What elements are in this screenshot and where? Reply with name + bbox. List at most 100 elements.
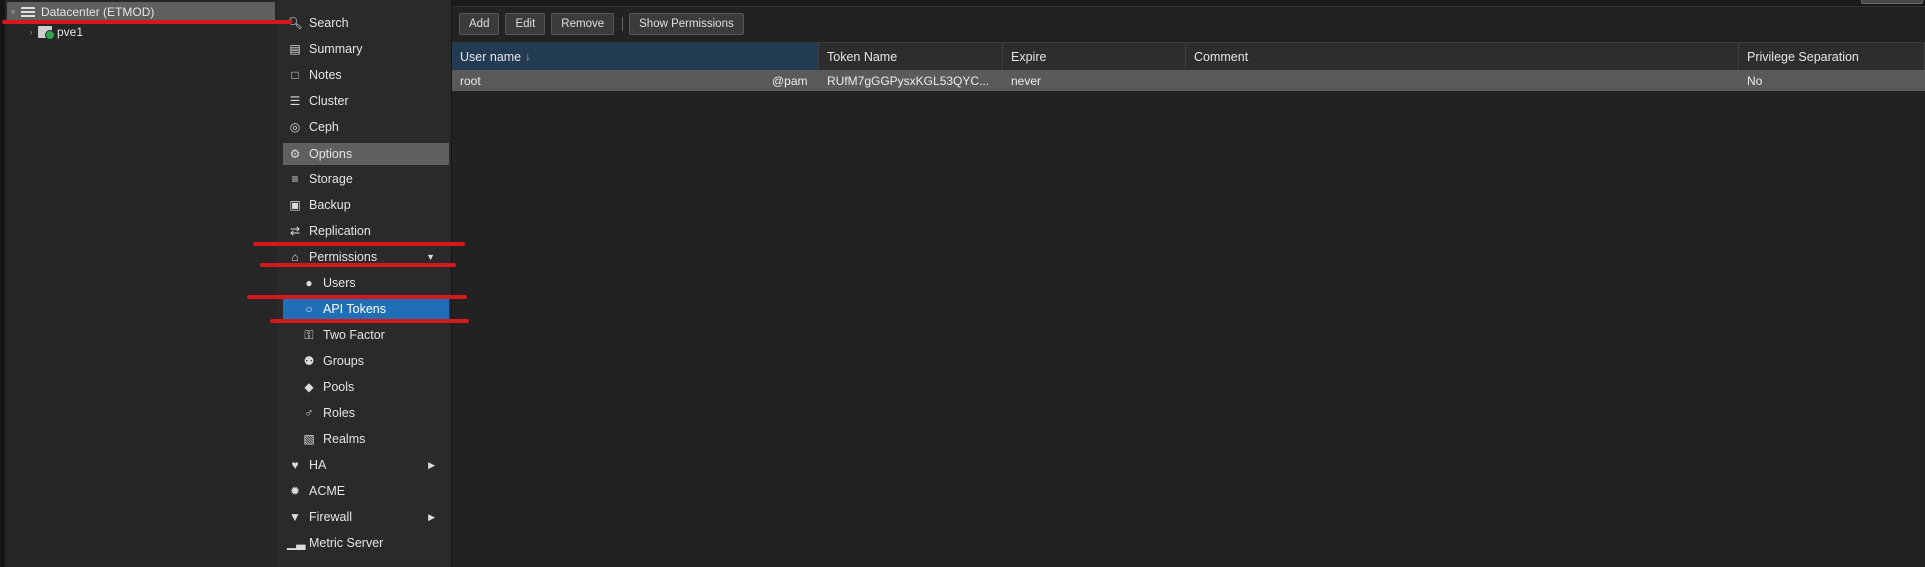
- cell-comment: [1186, 70, 1739, 91]
- menu-item-options[interactable]: ⚙ Options: [283, 143, 449, 165]
- menu-item-storage[interactable]: ≡ Storage: [283, 168, 449, 190]
- menu-item-replication[interactable]: ⇄ Replication: [283, 220, 449, 242]
- certificate-icon: ✹: [289, 484, 301, 498]
- menu-item-cluster[interactable]: ☰ Cluster: [283, 90, 449, 112]
- menu-item-label: Metric Server: [309, 536, 384, 550]
- menu-item-label: Search: [309, 16, 349, 30]
- database-icon: ≡: [291, 172, 299, 186]
- menu-item-label: Roles: [323, 406, 355, 420]
- column-header-expire[interactable]: Expire: [1003, 43, 1186, 70]
- users-icon: ⚉: [303, 354, 315, 368]
- menu-item-label: Backup: [309, 198, 351, 212]
- heartbeat-icon: ♥: [291, 458, 299, 472]
- column-label: Privilege Separation: [1747, 49, 1859, 64]
- notes-icon: □: [291, 68, 299, 82]
- menu-item-label: Firewall: [309, 510, 353, 524]
- menu-item-two-factor[interactable]: ⚿ Two Factor: [283, 324, 449, 346]
- tree-item-datacenter[interactable]: ▾ Datacenter (ETMOD): [7, 2, 275, 22]
- cell-privilege-separation: No: [1747, 73, 1763, 88]
- unlock-icon: ⌂: [291, 250, 299, 264]
- menu-item-label: Notes: [309, 68, 342, 82]
- menu-item-summary[interactable]: ▤ Summary: [283, 38, 449, 60]
- column-label: Token Name: [827, 49, 898, 64]
- menu-item-acme[interactable]: ✹ ACME: [283, 480, 449, 502]
- menu-item-firewall[interactable]: ▼ Firewall ▶: [283, 506, 449, 528]
- table-row[interactable]: root @pam RUfM7gGGPysxKGL53QYC... never …: [452, 70, 1925, 91]
- node-online-icon: [38, 26, 55, 40]
- column-label: Expire: [1011, 49, 1047, 64]
- tree-item-node[interactable]: › pve1: [25, 22, 83, 42]
- gear-icon: ⚙: [289, 147, 301, 161]
- menu-item-ceph[interactable]: ◎ Ceph: [283, 116, 449, 138]
- menu-item-label: Summary: [309, 42, 363, 56]
- menu-item-label: Users: [323, 276, 356, 290]
- column-header-privilege-separation[interactable]: Privilege Separation: [1739, 43, 1925, 70]
- menu-item-users[interactable]: ● Users: [283, 272, 449, 294]
- menu-item-ha[interactable]: ♥ HA ▶: [283, 454, 449, 476]
- column-header-comment[interactable]: Comment: [1186, 43, 1739, 70]
- user-outline-icon: ○: [305, 302, 313, 316]
- male-icon: ♂: [304, 406, 314, 420]
- config-menu: 🔍︎ Search ▤ Summary □ Notes ☰ Cluster ◎ …: [277, 0, 452, 567]
- toolbar-separator: [622, 17, 624, 31]
- bar-chart-icon: ▁▃: [287, 536, 306, 550]
- floppy-icon: ▣: [289, 198, 301, 212]
- column-label: Comment: [1194, 49, 1249, 64]
- annotation-underline: [270, 319, 469, 323]
- panel-header-strip: [452, 0, 1925, 7]
- menu-item-search[interactable]: 🔍︎ Search: [283, 12, 449, 34]
- user-icon: ●: [305, 276, 313, 290]
- tree-item-label: pve1: [57, 25, 84, 39]
- datacenter-icon: [21, 6, 35, 18]
- menu-item-notes[interactable]: □ Notes: [283, 64, 449, 86]
- menu-item-label: Groups: [323, 354, 364, 368]
- caret-right-icon[interactable]: ▶: [428, 512, 435, 523]
- menu-item-metric-server[interactable]: ▁▃ Metric Server: [283, 532, 449, 554]
- menu-item-label: HA: [309, 458, 327, 472]
- menu-item-roles[interactable]: ♂ Roles: [283, 402, 449, 424]
- column-header-user-name[interactable]: User name ↓: [452, 43, 819, 70]
- annotation-underline: [253, 242, 465, 246]
- menu-item-label: Pools: [323, 380, 355, 394]
- annotation-underline: [2, 20, 292, 24]
- cell-expire: never: [1011, 73, 1042, 88]
- collapse-chevron-icon[interactable]: ▾: [7, 7, 19, 18]
- menu-item-realms[interactable]: ▧ Realms: [283, 428, 449, 450]
- annotation-underline: [260, 263, 456, 267]
- menu-item-pools[interactable]: ◆ Pools: [283, 376, 449, 398]
- add-button[interactable]: Add: [459, 13, 500, 35]
- edit-button[interactable]: Edit: [505, 13, 546, 35]
- menu-item-label: Realms: [323, 432, 366, 446]
- menu-item-api-tokens[interactable]: ○ API Tokens: [283, 298, 449, 320]
- column-label: User name: [460, 49, 522, 64]
- menu-item-groups[interactable]: ⚉ Groups: [283, 350, 449, 372]
- key-icon: ⚿: [304, 327, 314, 342]
- book-icon: ▤: [289, 42, 301, 56]
- tree-item-label: Datacenter (ETMOD): [41, 5, 155, 19]
- cell-token-name: RUfM7gGGPysxKGL53QYC...: [827, 73, 990, 88]
- cell-user-name: root: [460, 73, 481, 88]
- toolbar: Add Edit Remove Show Permissions: [452, 10, 1925, 38]
- grid-header: User name ↓ Token Name Expire Comment Pr…: [452, 42, 1925, 71]
- column-header-token-name[interactable]: Token Name: [819, 43, 1003, 70]
- menu-item-label: Permissions: [309, 250, 378, 264]
- cell-realm: @pam: [772, 73, 808, 88]
- menu-item-label: Cluster: [309, 94, 349, 108]
- expand-chevron-icon[interactable]: ›: [25, 27, 37, 37]
- show-permissions-button[interactable]: Show Permissions: [629, 13, 744, 35]
- remove-button[interactable]: Remove: [551, 13, 615, 35]
- api-tokens-panel: Add Edit Remove Show Permissions User na…: [452, 0, 1925, 567]
- ceph-icon: ◎: [289, 120, 301, 134]
- annotation-underline: [247, 295, 467, 299]
- menu-item-label: API Tokens: [323, 302, 387, 316]
- caret-down-icon[interactable]: ▼: [426, 252, 435, 262]
- menu-item-label: Storage: [309, 172, 353, 186]
- shield-icon: ▼: [289, 510, 301, 524]
- menu-item-label: Two Factor: [323, 328, 385, 342]
- address-book-icon: ▧: [303, 432, 315, 446]
- menu-item-backup[interactable]: ▣ Backup: [283, 194, 449, 216]
- menu-item-label: ACME: [309, 484, 346, 498]
- header-button[interactable]: [1861, 0, 1923, 4]
- menu-item-label: Options: [309, 147, 353, 161]
- caret-right-icon[interactable]: ▶: [428, 460, 435, 471]
